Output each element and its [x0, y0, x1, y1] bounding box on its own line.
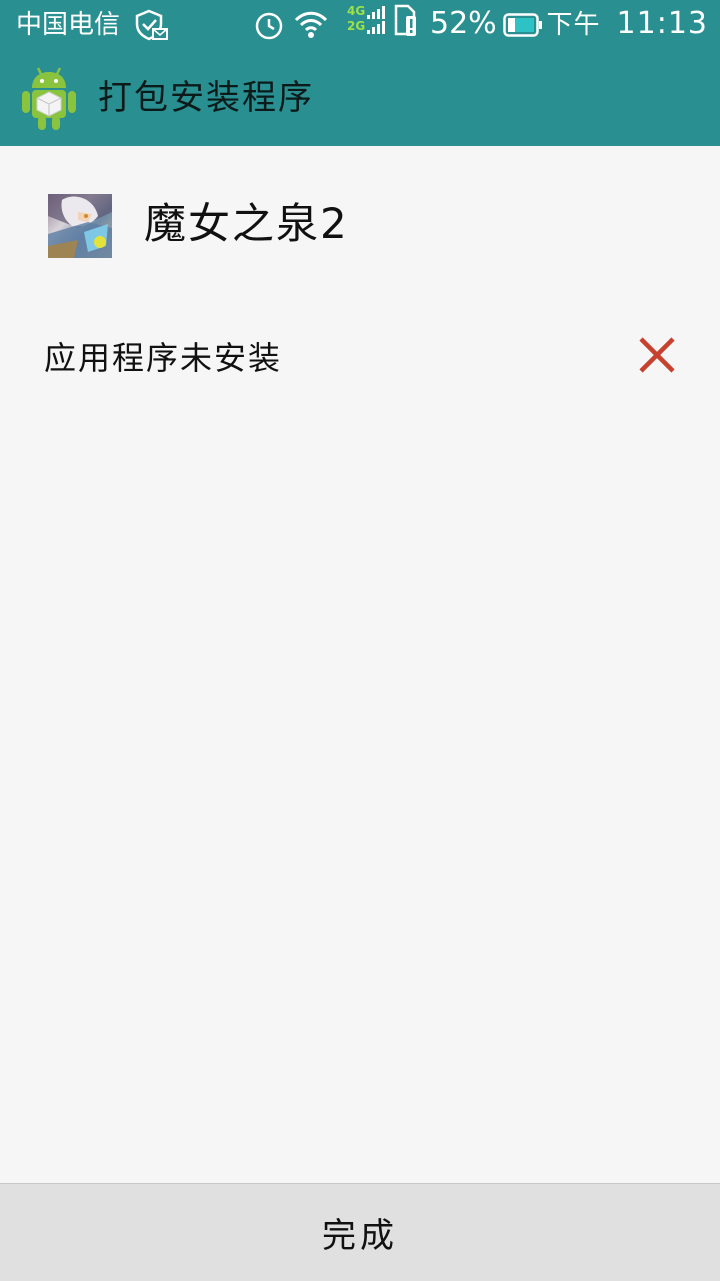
- app-info-row: 魔女之泉2: [48, 194, 688, 258]
- wifi-icon: [294, 11, 328, 38]
- time-period: 下午: [546, 10, 601, 40]
- bottom-button-bar: 完成: [0, 1183, 720, 1281]
- network-type-labels: 4G 2G: [347, 4, 369, 34]
- action-bar: 打包安装程序: [0, 50, 720, 146]
- network-type-bottom: 2G: [347, 19, 366, 33]
- install-status-row: 应用程序未安装: [44, 330, 684, 386]
- network-type-top: 4G: [347, 4, 366, 18]
- battery-icon: [503, 13, 542, 37]
- status-time: 下午 11:13: [547, 6, 708, 43]
- done-button[interactable]: 完成: [0, 1184, 720, 1281]
- install-status-message: 应用程序未安装: [44, 339, 283, 377]
- status-bar: 中国电信 4G 2G 52% 下午 11:13: [0, 0, 720, 50]
- app-thumbnail-art: [48, 194, 112, 258]
- battery-percentage: 52%: [430, 6, 497, 41]
- carrier-name: 中国电信: [16, 10, 121, 40]
- close-icon: [639, 337, 675, 373]
- app-name: 魔女之泉2: [144, 199, 349, 248]
- shield-mail-icon: [135, 9, 168, 41]
- clock-time: 11:13: [616, 6, 708, 41]
- app-thumbnail: [48, 194, 112, 258]
- page-title: 打包安装程序: [98, 78, 314, 118]
- sim-card-alert-icon: [394, 4, 416, 36]
- signal-strength-icon: [367, 6, 385, 34]
- alarm-clock-icon: [255, 12, 283, 40]
- android-package-icon: [22, 67, 76, 130]
